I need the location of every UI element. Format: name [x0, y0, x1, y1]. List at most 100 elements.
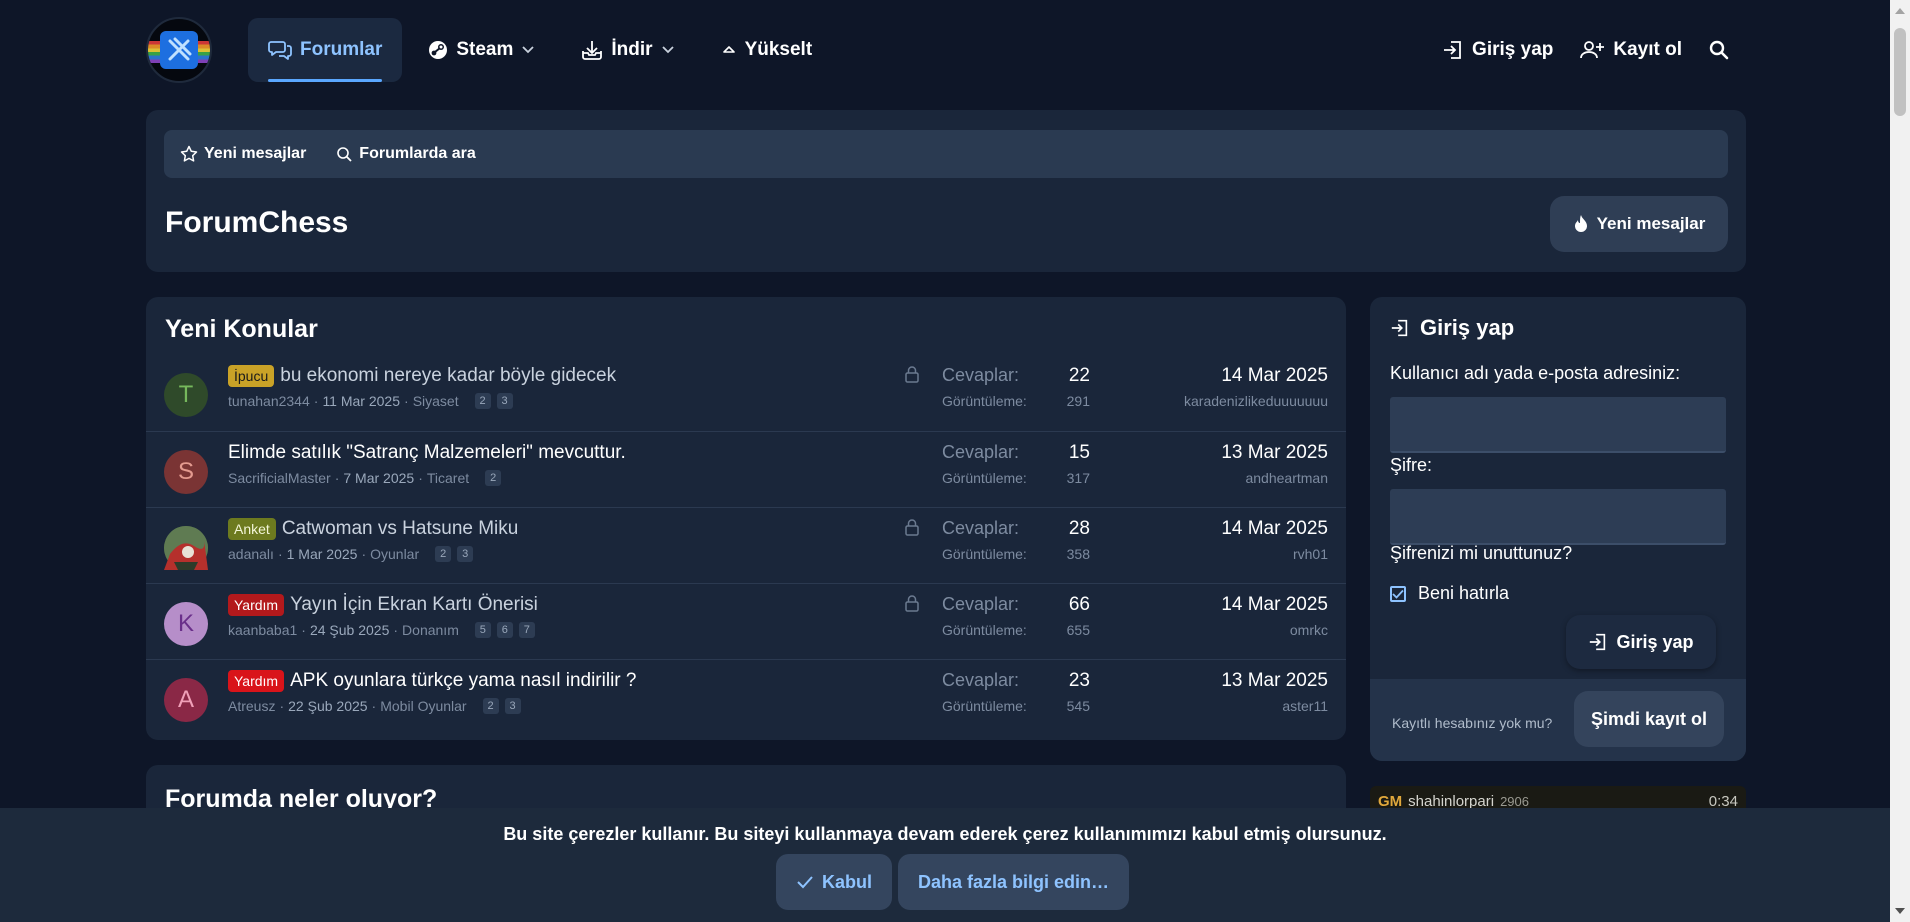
topic-author-link[interactable]: tunahan2344: [228, 393, 310, 409]
topic-author-link[interactable]: Atreusz: [228, 698, 275, 714]
nav-indir-label: İndir: [611, 39, 653, 60]
topic-title-link[interactable]: bu ekonomi nereye kadar böyle gidecek: [280, 365, 616, 387]
topic-prefix-badge[interactable]: İpucu: [228, 365, 275, 387]
topic-start-date[interactable]: 1 Mar 2025: [287, 546, 358, 562]
topic-forum-link[interactable]: Oyunlar: [370, 546, 419, 562]
scroll-down-arrow-icon[interactable]: [1895, 908, 1905, 914]
avatar[interactable]: [164, 526, 208, 570]
topic-prefix-badge[interactable]: Yardım: [228, 594, 285, 616]
topic-meta: SacrificialMaster · 7 Mar 2025 · Ticaret 2: [228, 470, 502, 486]
views-count: 291: [1066, 393, 1090, 409]
cookie-accept-button[interactable]: Kabul: [776, 854, 893, 910]
topic-title-link[interactable]: Elimde satılık "Satranç Malzemeleri" mev…: [228, 442, 626, 464]
new-posts-button[interactable]: Yeni mesajlar: [1550, 196, 1728, 252]
replies-count: 23: [1068, 670, 1090, 691]
replies-label: Cevaplar:: [942, 518, 1020, 538]
topic-prefix-badge[interactable]: Yardım: [228, 670, 285, 692]
login-submit-button[interactable]: Giriş yap: [1566, 615, 1716, 669]
login-footer: Kayıtlı hesabınız yok mu? Şimdi kayıt ol: [1370, 679, 1746, 761]
page-jump-link[interactable]: 2: [435, 546, 452, 562]
topic-meta: tunahan2344 · 11 Mar 2025 · Siyaset 2 3: [228, 393, 513, 409]
last-post-date[interactable]: 13 Mar 2025: [1221, 442, 1328, 464]
download-tray-icon: [582, 41, 603, 60]
views-label: Görüntüleme:: [942, 470, 1027, 486]
topic-title-link[interactable]: Yayın İçin Ekran Kartı Önerisi: [290, 594, 538, 616]
avatar-letter: S: [177, 458, 194, 485]
sign-in-icon: [1391, 319, 1408, 337]
username-input[interactable]: [1390, 397, 1726, 453]
avatar[interactable]: S: [164, 450, 208, 494]
topic-author-link[interactable]: kaanbaba1: [228, 622, 297, 638]
player-rating: 2906: [1500, 793, 1529, 809]
last-post-date[interactable]: 14 Mar 2025: [1221, 518, 1328, 540]
nav-steam-label: Steam: [456, 39, 514, 60]
topic-title-line: Yardım APK oyunlara türkçe yama nasıl ind…: [228, 670, 636, 692]
forgot-password-link[interactable]: Şifrenizi mi unuttunuz?: [1390, 543, 1572, 564]
nav-forumlar[interactable]: Forumlar: [248, 18, 403, 82]
subnav-new-posts[interactable]: Yeni mesajlar: [180, 145, 306, 163]
last-post-user[interactable]: aster11: [1282, 698, 1328, 714]
site-logo[interactable]: [146, 17, 212, 83]
avatar[interactable]: A: [164, 678, 208, 722]
topic-forum-link[interactable]: Siyaset: [413, 393, 459, 409]
last-post-user[interactable]: andheartman: [1245, 470, 1328, 486]
topic-start-date[interactable]: 11 Mar 2025: [322, 393, 400, 409]
page-jump-link[interactable]: 2: [482, 698, 499, 714]
header-register-link[interactable]: Kayıt ol: [1579, 39, 1682, 61]
page-jump-link[interactable]: 3: [504, 698, 521, 714]
nav-indir[interactable]: İndir: [561, 18, 694, 82]
topic-start-date[interactable]: 22 Şub 2025: [288, 698, 367, 714]
cookie-more-info-button[interactable]: Daha fazla bilgi edin…: [898, 854, 1130, 910]
scrollbar-thumb[interactable]: [1894, 28, 1906, 116]
password-input[interactable]: [1390, 489, 1726, 545]
topic-meta: kaanbaba1 · 24 Şub 2025 · Donanım 5 6 7: [228, 622, 535, 638]
views-count: 317: [1066, 470, 1090, 486]
check-icon: [797, 876, 813, 889]
page-jump-link[interactable]: 3: [496, 393, 513, 409]
last-post-user[interactable]: karadenizlikeduuuuuuu: [1184, 393, 1328, 409]
page-jump-link[interactable]: 6: [496, 622, 513, 638]
topic-start-date[interactable]: 7 Mar 2025: [343, 470, 414, 486]
page-title: ForumChess: [165, 206, 349, 239]
user-plus-icon: [1580, 41, 1605, 59]
steam-icon: [429, 41, 448, 59]
avatar[interactable]: T: [164, 373, 208, 417]
last-post-user[interactable]: rvh01: [1293, 546, 1328, 562]
page-jump-link[interactable]: 3: [457, 546, 474, 562]
header-login-link[interactable]: Giriş yap: [1442, 39, 1553, 61]
avatar[interactable]: K: [164, 602, 208, 646]
topic-start-date[interactable]: 24 Şub 2025: [310, 622, 389, 638]
replies-label: Cevaplar:: [942, 442, 1020, 462]
page-jump-link[interactable]: 2: [474, 393, 491, 409]
nav-steam[interactable]: Steam: [408, 18, 555, 82]
page-jump-link[interactable]: 5: [474, 622, 491, 638]
chevron-up-icon: [722, 46, 735, 53]
login-title-label: Giriş yap: [1420, 315, 1515, 340]
cookie-more-info-label: Daha fazla bilgi edin…: [918, 871, 1110, 892]
topic-title-link[interactable]: Catwoman vs Hatsune Miku: [282, 518, 519, 540]
sign-in-icon: [1590, 633, 1606, 651]
last-post-date[interactable]: 14 Mar 2025: [1221, 365, 1328, 387]
last-post-date[interactable]: 13 Mar 2025: [1221, 670, 1328, 692]
page-jump-link[interactable]: 2: [485, 470, 502, 486]
topic-forum-link[interactable]: Mobil Oyunlar: [380, 698, 466, 714]
topic-author-link[interactable]: SacrificialMaster: [228, 470, 331, 486]
subnav-search-forums[interactable]: Forumlarda ara: [336, 145, 476, 163]
topic-forum-link[interactable]: Ticaret: [427, 470, 469, 486]
topic-prefix-badge[interactable]: Anket: [228, 518, 276, 540]
nav-yukselt[interactable]: Yükselt: [701, 18, 833, 82]
lock-icon: [904, 594, 920, 617]
page-scrollbar[interactable]: [1890, 0, 1910, 922]
header-search-button[interactable]: [1708, 39, 1730, 61]
last-post-date[interactable]: 14 Mar 2025: [1221, 594, 1328, 616]
signup-button[interactable]: Şimdi kayıt ol: [1574, 691, 1724, 747]
topic-title-link[interactable]: APK oyunlara türkçe yama nasıl indirilir…: [290, 670, 636, 692]
scroll-up-arrow-icon[interactable]: [1895, 8, 1905, 14]
topic-author-link[interactable]: adanalı: [228, 546, 274, 562]
page-jump-link[interactable]: 7: [518, 622, 535, 638]
views-count: 358: [1066, 546, 1090, 562]
last-post-user[interactable]: omrkc: [1290, 622, 1328, 638]
remember-me-checkbox[interactable]: Beni hatırla: [1390, 583, 1509, 604]
nav-yukselt-label: Yükselt: [744, 39, 813, 60]
topic-forum-link[interactable]: Donanım: [402, 622, 459, 638]
